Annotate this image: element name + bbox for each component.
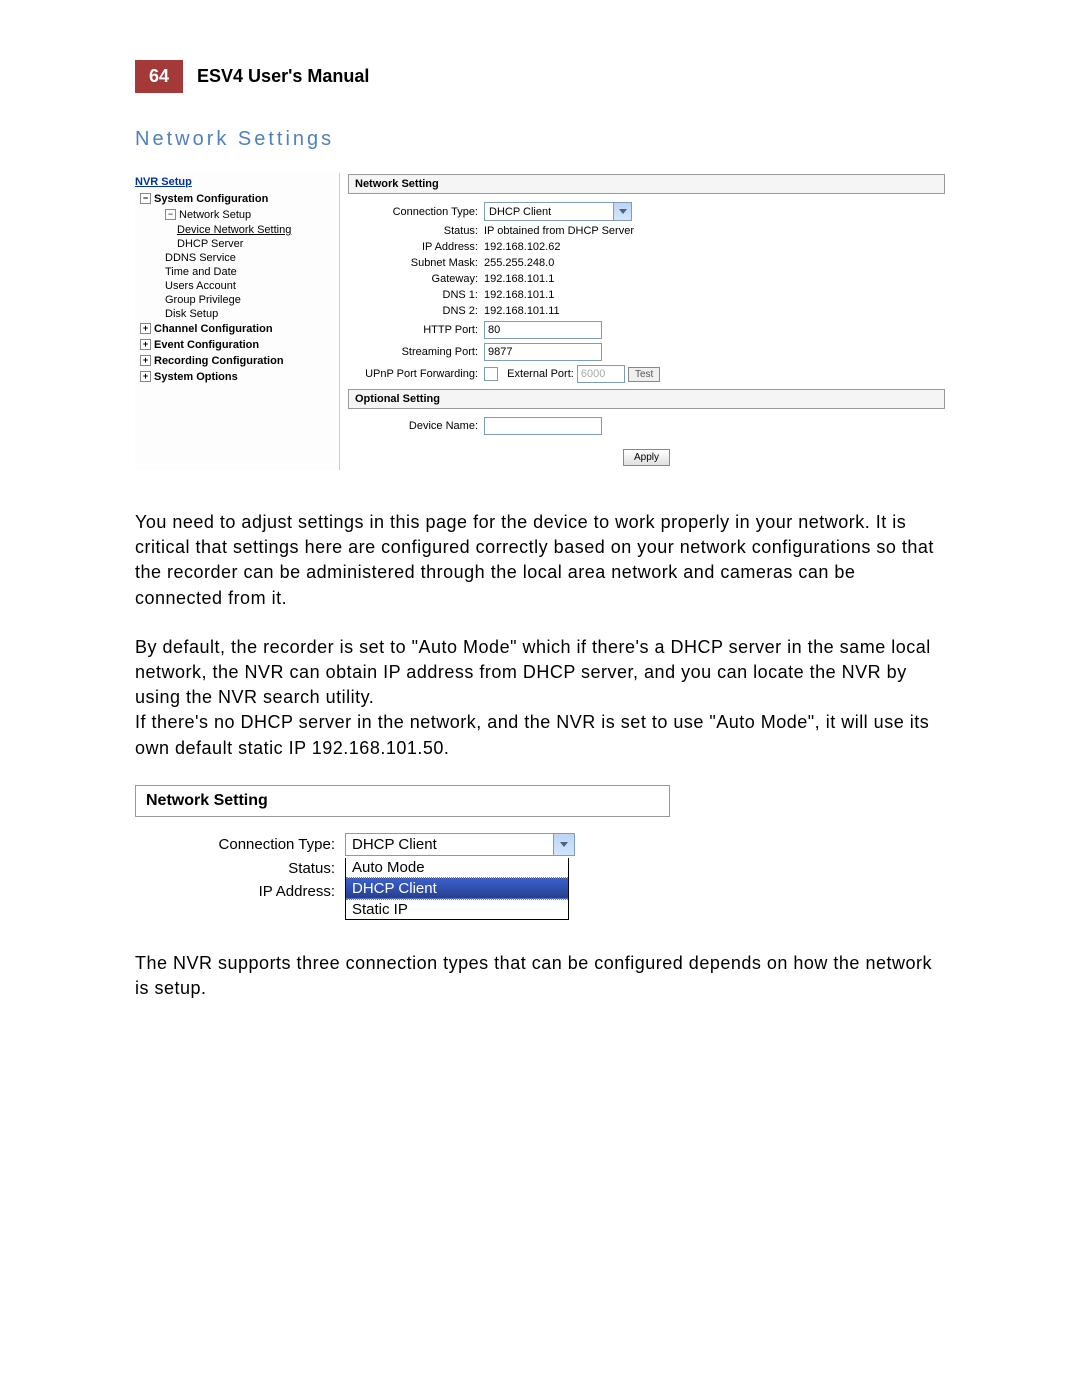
settings-screenshot: NVR Setup −System Configuration −Network… xyxy=(135,173,945,470)
paragraph-1: You need to adjust settings in this page… xyxy=(135,510,945,611)
upnp-label: UPnP Port Forwarding: xyxy=(348,368,484,380)
dns2-value: 192.168.101.11 xyxy=(484,305,945,317)
conn-type-dropdown[interactable]: Auto Mode DHCP Client Static IP xyxy=(345,858,569,920)
optional-setting-header: Optional Setting xyxy=(348,389,945,409)
expand-icon[interactable]: + xyxy=(140,323,151,334)
nav-network-setup[interactable]: −Network Setup xyxy=(135,207,335,223)
option-dhcp[interactable]: DHCP Client xyxy=(346,878,568,899)
chevron-down-icon[interactable] xyxy=(613,203,631,220)
network-setting-header: Network Setting xyxy=(348,174,945,194)
status-value: IP obtained from DHCP Server xyxy=(484,225,945,237)
nav-time-date[interactable]: Time and Date xyxy=(135,265,335,279)
ip-value: 192.168.102.62 xyxy=(484,241,945,253)
dns1-value: 192.168.101.1 xyxy=(484,289,945,301)
section-title: Network Settings xyxy=(135,128,945,151)
manual-title: ESV4 User's Manual xyxy=(183,60,383,93)
paragraph-3: If there's no DHCP server in the network… xyxy=(135,710,945,760)
conn-type-label-2: Connection Type: xyxy=(135,836,345,853)
conn-type-value: DHCP Client xyxy=(485,206,613,218)
gateway-label: Gateway: xyxy=(348,273,484,285)
collapse-icon[interactable]: − xyxy=(140,193,151,204)
expand-icon[interactable]: + xyxy=(140,355,151,366)
conn-type-label: Connection Type: xyxy=(348,206,484,218)
nav-device-network[interactable]: Device Network Setting xyxy=(135,223,335,237)
paragraph-4: The NVR supports three connection types … xyxy=(135,951,945,1001)
conn-type-value-2: DHCP Client xyxy=(346,836,553,853)
ext-port-label: External Port: xyxy=(507,368,574,380)
network-setting-header-2: Network Setting xyxy=(135,785,670,817)
settings-panel: Network Setting Connection Type: DHCP Cl… xyxy=(340,173,945,470)
dropdown-screenshot: Network Setting Connection Type: DHCP Cl… xyxy=(135,785,670,921)
devname-label: Device Name: xyxy=(348,420,484,432)
subnet-label: Subnet Mask: xyxy=(348,257,484,269)
ext-port-input[interactable] xyxy=(577,365,625,383)
status-label-2: Status: xyxy=(135,860,345,877)
page-number: 64 xyxy=(135,60,183,93)
apply-button[interactable]: Apply xyxy=(623,449,670,466)
nav-recording-config[interactable]: +Recording Configuration xyxy=(135,353,335,369)
dns2-label: DNS 2: xyxy=(348,305,484,317)
http-label: HTTP Port: xyxy=(348,324,484,336)
nav-disk[interactable]: Disk Setup xyxy=(135,307,335,321)
nav-channel-config[interactable]: +Channel Configuration xyxy=(135,321,335,337)
subnet-value: 255.255.248.0 xyxy=(484,257,945,269)
chevron-down-icon[interactable] xyxy=(553,834,574,855)
nav-group[interactable]: Group Privilege xyxy=(135,293,335,307)
test-button[interactable]: Test xyxy=(628,367,660,382)
status-label: Status: xyxy=(348,225,484,237)
stream-label: Streaming Port: xyxy=(348,346,484,358)
nav-users[interactable]: Users Account xyxy=(135,279,335,293)
gateway-value: 192.168.101.1 xyxy=(484,273,945,285)
nav-ddns[interactable]: DDNS Service xyxy=(135,251,335,265)
nav-system-options[interactable]: +System Options xyxy=(135,369,335,385)
ip-label-2: IP Address: xyxy=(135,883,345,900)
paragraph-2: By default, the recorder is set to "Auto… xyxy=(135,635,945,711)
conn-type-select[interactable]: DHCP Client xyxy=(484,202,632,221)
ip-label: IP Address: xyxy=(348,241,484,253)
upnp-checkbox[interactable] xyxy=(484,367,498,381)
expand-icon[interactable]: + xyxy=(140,339,151,350)
nav-root[interactable]: NVR Setup xyxy=(135,173,335,191)
nav-event-config[interactable]: +Event Configuration xyxy=(135,337,335,353)
device-name-input[interactable] xyxy=(484,417,602,435)
nav-system-config[interactable]: −System Configuration xyxy=(135,191,335,207)
expand-icon[interactable]: + xyxy=(140,371,151,382)
conn-type-select-2[interactable]: DHCP Client xyxy=(345,833,575,856)
option-auto[interactable]: Auto Mode xyxy=(346,858,568,878)
nav-tree: NVR Setup −System Configuration −Network… xyxy=(135,173,340,470)
nav-dhcp-server[interactable]: DHCP Server xyxy=(135,237,335,251)
collapse-icon[interactable]: − xyxy=(165,209,176,220)
stream-port-input[interactable] xyxy=(484,343,602,361)
option-static[interactable]: Static IP xyxy=(346,899,568,919)
http-port-input[interactable] xyxy=(484,321,602,339)
dns1-label: DNS 1: xyxy=(348,289,484,301)
header-bar: 64 ESV4 User's Manual xyxy=(135,60,945,93)
